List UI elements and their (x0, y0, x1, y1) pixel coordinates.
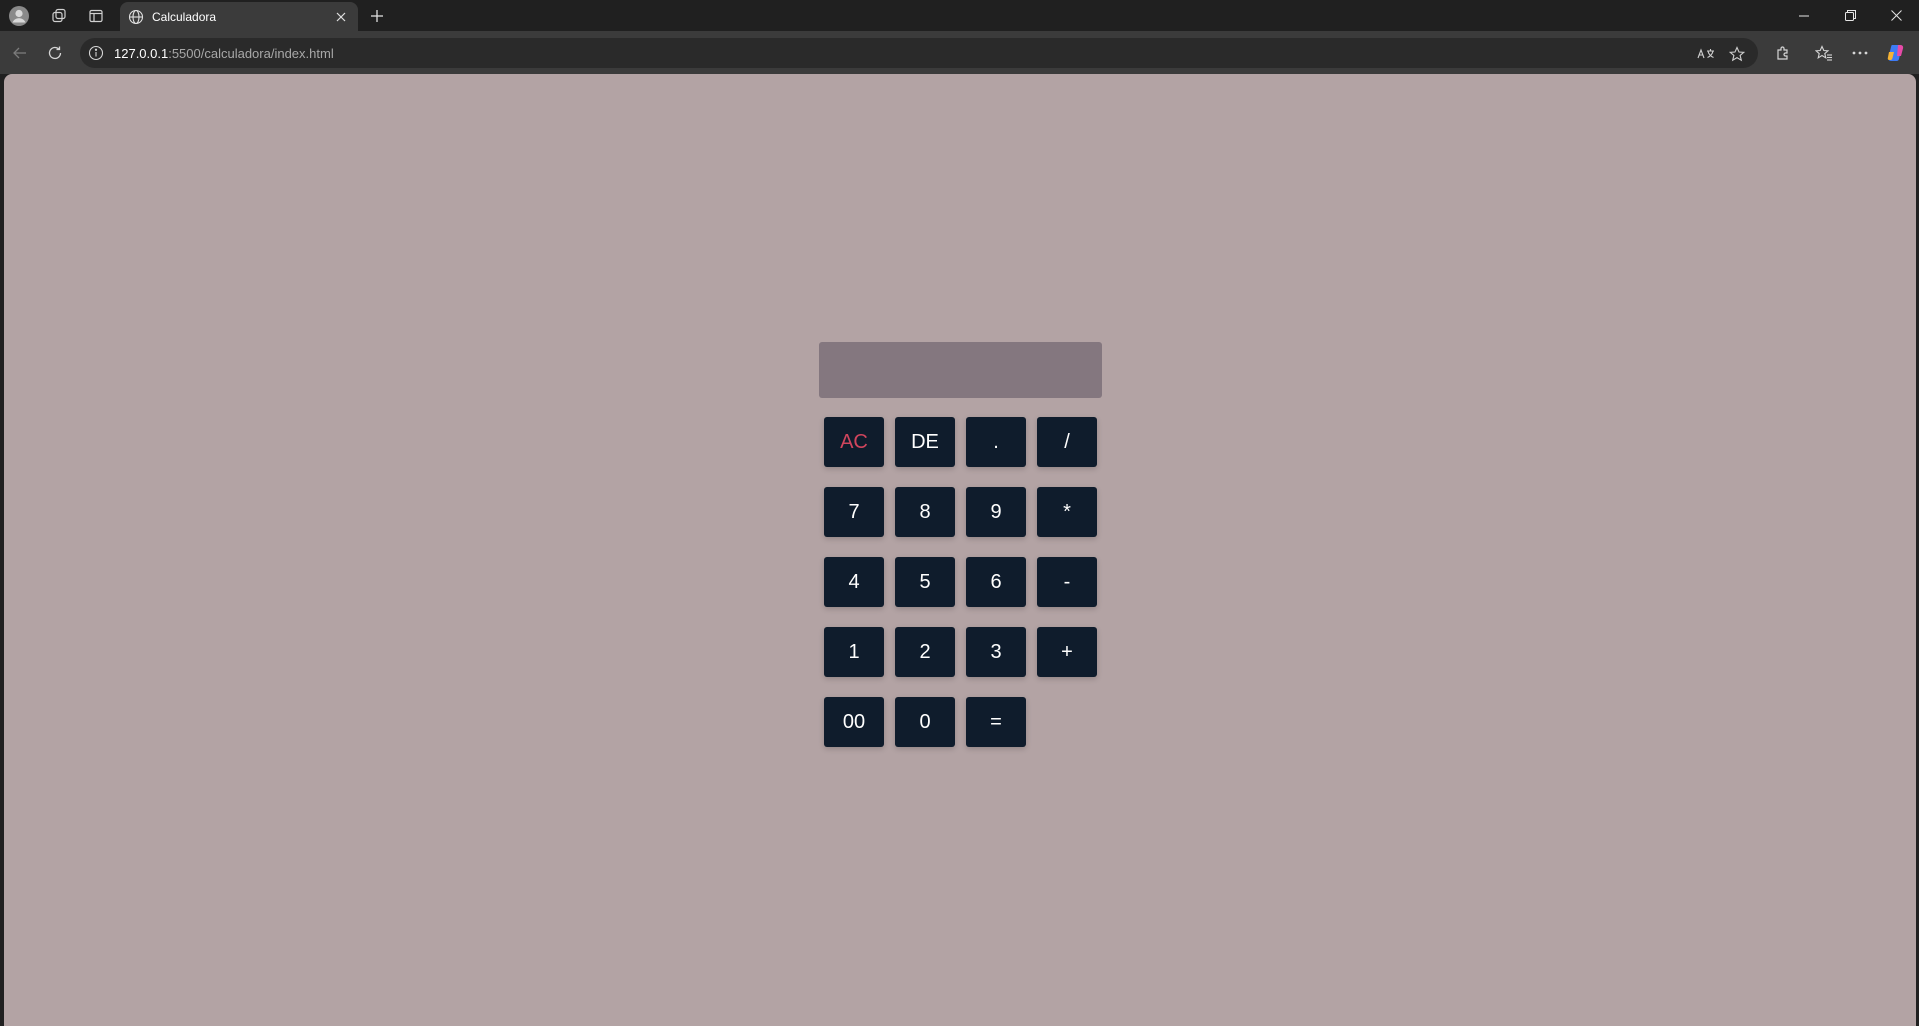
favorite-star-icon[interactable] (1727, 44, 1747, 64)
read-aloud-icon[interactable] (1696, 44, 1716, 64)
workspaces-icon[interactable] (47, 4, 71, 28)
copilot-icon[interactable] (1884, 41, 1908, 65)
url-text[interactable]: 127.0.0.1:5500/calculadora/index.html (114, 46, 334, 61)
info-icon[interactable] (88, 45, 104, 61)
digit-7-button[interactable]: 7 (824, 487, 884, 537)
clear-button[interactable]: AC (824, 417, 884, 467)
digit-1-button[interactable]: 1 (824, 627, 884, 677)
calculator-keypad: AC DE./7 8 9 * 4 5 6-1 2 3 +00 0 = (824, 417, 1097, 747)
favorites-icon[interactable] (1812, 41, 1836, 65)
profile-icon[interactable] (7, 4, 31, 28)
digit-6-button[interactable]: 6 (966, 557, 1026, 607)
extensions-icon[interactable] (1771, 41, 1795, 65)
digit-2-button[interactable]: 2 (895, 627, 955, 677)
digit-8-button[interactable]: 8 (895, 487, 955, 537)
page-viewport: AC DE./7 8 9 * 4 5 6-1 2 3 +00 0 = (4, 74, 1916, 1026)
subtract-button[interactable]: - (1037, 557, 1097, 607)
tab-actions-icon[interactable] (84, 4, 108, 28)
digit-3-button[interactable]: 3 (966, 627, 1026, 677)
add-button[interactable]: + (1037, 627, 1097, 677)
equals-button[interactable]: = (966, 697, 1026, 747)
digit-0-button[interactable]: 0 (895, 697, 955, 747)
close-icon[interactable] (332, 8, 350, 26)
url-host: 127.0.0.1 (114, 46, 169, 61)
browser-toolbar: 127.0.0.1:5500/calculadora/index.html (0, 31, 1919, 74)
delete-button[interactable]: DE (895, 417, 955, 467)
multiply-button[interactable]: * (1037, 487, 1097, 537)
tab-title: Calculadora (152, 10, 217, 24)
digit-5-button[interactable]: 5 (895, 557, 955, 607)
refresh-icon[interactable] (43, 41, 67, 65)
digit-4-button[interactable]: 4 (824, 557, 884, 607)
address-bar[interactable]: 127.0.0.1:5500/calculadora/index.html (80, 38, 1758, 68)
tab-strip: Calculadora (0, 0, 1919, 32)
active-tab[interactable]: Calculadora (120, 2, 358, 32)
more-icon[interactable] (1848, 41, 1872, 65)
globe-icon (128, 9, 144, 25)
restore-icon[interactable] (1827, 0, 1873, 31)
window-close-icon[interactable] (1873, 0, 1919, 31)
divide-button[interactable]: / (1037, 417, 1097, 467)
minimize-icon[interactable] (1781, 0, 1827, 31)
url-path: :5500/calculadora/index.html (168, 46, 334, 61)
decimal-button[interactable]: . (966, 417, 1026, 467)
back-icon[interactable] (8, 41, 32, 65)
plus-icon[interactable] (365, 4, 389, 28)
calculator-display[interactable] (819, 342, 1102, 398)
digit-9-button[interactable]: 9 (966, 487, 1026, 537)
double-zero-button[interactable]: 00 (824, 697, 884, 747)
